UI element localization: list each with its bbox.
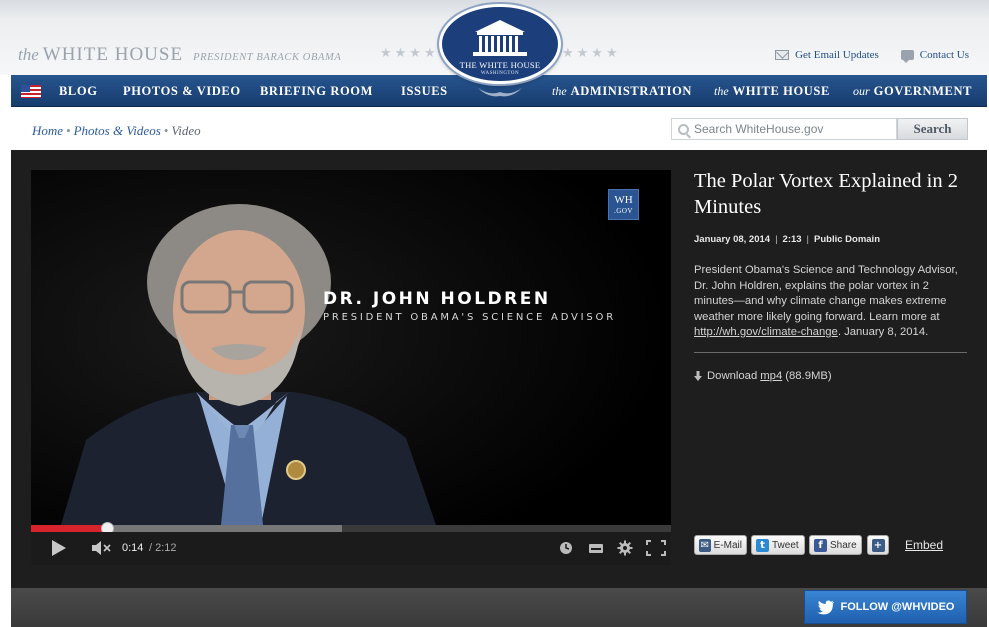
- more-share-button[interactable]: +: [867, 535, 889, 555]
- utility-links: Get Email Updates Contact Us: [775, 49, 969, 63]
- brand-name: WHITE HOUSE: [42, 44, 184, 65]
- wh-logo-line2: .GOV: [614, 207, 633, 215]
- download-row: Download mp4 (88.9MB): [694, 370, 969, 382]
- search-icon: [678, 123, 689, 135]
- search-button[interactable]: Search: [897, 118, 968, 140]
- email-share-label: E-Mail: [713, 539, 742, 551]
- video-player[interactable]: WH .GOV DR. JOHN HOLDREN PRESIDENT OBAMA…: [31, 170, 671, 565]
- plus-icon: +: [871, 538, 885, 552]
- breadcrumb-photos-videos[interactable]: Photos & Videos: [74, 123, 161, 138]
- video-description: President Obama's Science and Technology…: [694, 263, 969, 341]
- tweet-button[interactable]: t Tweet: [751, 535, 805, 555]
- divider: [694, 351, 967, 353]
- eagle-icon: [478, 88, 522, 97]
- video-section: WH .GOV DR. JOHN HOLDREN PRESIDENT OBAMA…: [11, 150, 987, 588]
- description-text: President Obama's Science and Technology…: [694, 264, 958, 323]
- download-arrow-icon: [694, 370, 702, 381]
- follow-whvideo-button[interactable]: FOLLOW @WHVIDEO: [804, 590, 967, 624]
- climate-change-link[interactable]: http://wh.gov/climate-change: [694, 326, 838, 338]
- contact-us-link[interactable]: Contact Us: [900, 49, 969, 63]
- progress-played: [31, 525, 107, 532]
- nav-blog-label: BLOG: [59, 84, 98, 98]
- contact-us-label: Contact Us: [919, 49, 969, 61]
- captions-icon[interactable]: [588, 540, 604, 556]
- meta-separator: |: [775, 234, 778, 245]
- video-duration: 2:13: [782, 234, 802, 245]
- nav-issues[interactable]: ISSUES: [401, 75, 448, 107]
- nav-photos-video-label: PHOTOS & VIDEO: [123, 84, 241, 98]
- download-mp4-link[interactable]: mp4: [760, 370, 782, 382]
- breadcrumb-separator: •: [163, 123, 169, 138]
- download-size: (88.9MB): [785, 369, 832, 382]
- lower-third-name: DR. JOHN HOLDREN: [323, 289, 551, 309]
- site-brand[interactable]: the WHITE HOUSE PRESIDENT BARACK OBAMA: [18, 44, 341, 66]
- brand-subtitle: PRESIDENT BARACK OBAMA: [193, 52, 342, 63]
- embed-link[interactable]: Embed: [905, 538, 943, 552]
- email-updates-link[interactable]: Get Email Updates: [775, 49, 879, 61]
- nav-administration-label: ADMINISTRATION: [570, 84, 693, 98]
- breadcrumb-home[interactable]: Home: [32, 123, 63, 138]
- white-house-building-icon: [473, 20, 527, 56]
- tweet-label: Tweet: [772, 539, 799, 551]
- play-icon[interactable]: [52, 540, 66, 556]
- twitter-bird-icon: [817, 600, 834, 614]
- white-house-seal[interactable]: THE WHITE HOUSE WASHINGTON: [439, 4, 561, 84]
- breadcrumb-current: Video: [171, 123, 201, 138]
- nav-white-house[interactable]: the WHITE HOUSE: [714, 75, 830, 107]
- nav-our-government-prefix: our: [853, 84, 870, 98]
- current-time: 0:14: [122, 542, 144, 554]
- nav-administration[interactable]: the ADMINISTRATION: [552, 75, 692, 107]
- breadcrumb-separator: •: [66, 123, 71, 138]
- total-time: / 2:12: [149, 542, 177, 554]
- player-controls: 0:14 / 2:12: [31, 532, 671, 565]
- search-box: [671, 118, 897, 140]
- facebook-icon: f: [814, 538, 827, 552]
- us-flag-icon: [21, 85, 41, 98]
- progress-bar[interactable]: [31, 522, 671, 535]
- wh-gov-watermark: WH .GOV: [608, 189, 639, 220]
- seal-subtitle: WASHINGTON: [480, 71, 520, 76]
- nav-our-government[interactable]: our GOVERNMENT: [853, 75, 972, 107]
- download-label: Download: [707, 369, 758, 382]
- nav-white-house-prefix: the: [714, 84, 729, 98]
- video-frame[interactable]: WH .GOV DR. JOHN HOLDREN PRESIDENT OBAMA…: [31, 170, 671, 525]
- video-license: Public Domain: [814, 234, 880, 245]
- stars-decoration-right: ★★★★: [562, 46, 621, 61]
- video-meta: January 08, 2014 | 2:13 | Public Domain: [694, 234, 969, 245]
- nav-blog[interactable]: BLOG: [59, 75, 98, 107]
- email-updates-label: Get Email Updates: [795, 49, 879, 61]
- email-share-button[interactable]: ✉ E-Mail: [694, 535, 747, 555]
- video-info-panel: The Polar Vortex Explained in 2 Minutes …: [694, 168, 969, 382]
- watch-later-icon[interactable]: [559, 540, 573, 556]
- nav-issues-label: ISSUES: [401, 84, 448, 98]
- wh-logo-line1: WH: [614, 194, 633, 206]
- nav-photos-video[interactable]: PHOTOS & VIDEO: [123, 75, 241, 107]
- facebook-share-button[interactable]: f Share: [809, 535, 862, 555]
- breadcrumb: Home • Photos & Videos • Video: [32, 123, 201, 139]
- share-toolbar: ✉ E-Mail t Tweet f Share + Embed: [694, 535, 974, 555]
- search-input[interactable]: [694, 122, 884, 136]
- facebook-share-label: Share: [830, 539, 857, 551]
- nav-our-government-label: GOVERNMENT: [873, 84, 973, 98]
- brand-prefix: the: [18, 45, 39, 64]
- fullscreen-icon[interactable]: [646, 540, 666, 556]
- meta-separator: |: [806, 234, 810, 245]
- speaker-video-still: [31, 170, 671, 525]
- video-date: January 08, 2014: [694, 234, 771, 245]
- nav-briefing-room[interactable]: BRIEFING ROOM: [260, 75, 373, 107]
- nav-briefing-room-label: BRIEFING ROOM: [260, 84, 374, 98]
- video-title: The Polar Vortex Explained in 2 Minutes: [694, 170, 958, 218]
- volume-muted-icon[interactable]: [91, 540, 111, 556]
- follow-label: FOLLOW @WHVIDEO: [840, 601, 955, 613]
- lower-third-title: PRESIDENT OBAMA'S SCIENCE ADVISOR: [323, 312, 616, 323]
- nav-administration-prefix: the: [552, 84, 567, 98]
- envelope-icon: [775, 50, 790, 60]
- settings-gear-icon[interactable]: [617, 540, 633, 556]
- description-text-end: . January 8, 2014.: [837, 326, 929, 338]
- twitter-bird-icon: t: [756, 538, 769, 552]
- speech-bubble-icon: [900, 50, 914, 63]
- nav-white-house-label: WHITE HOUSE: [732, 84, 830, 98]
- envelope-icon: ✉: [699, 538, 711, 552]
- seal-title: THE WHITE HOUSE: [459, 60, 541, 70]
